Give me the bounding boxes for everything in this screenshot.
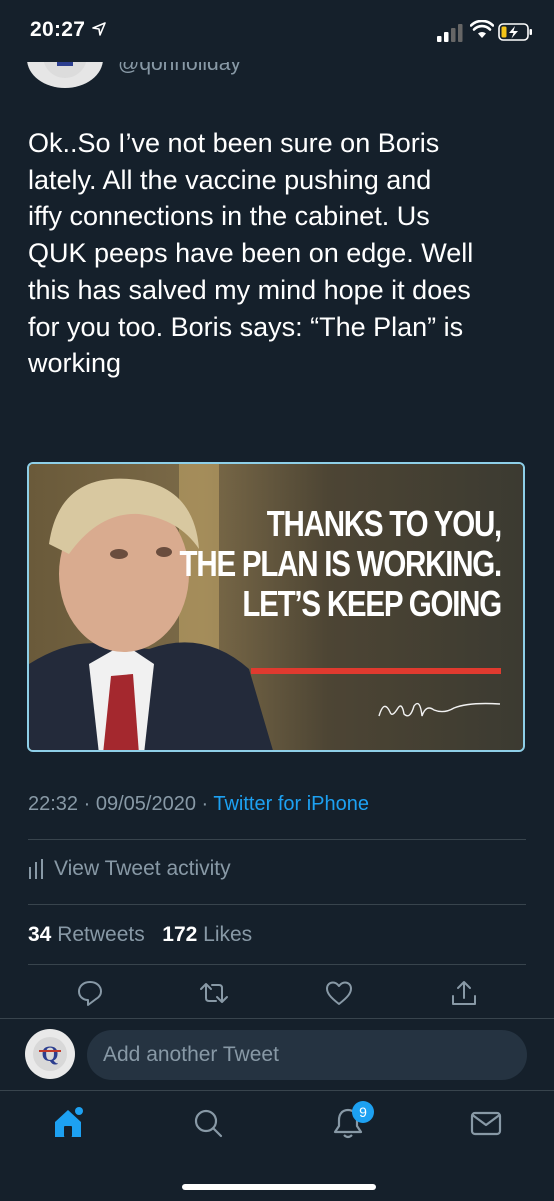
media-headline: THANKS TO YOU, THE PLAN IS WORKING. LET’… (179, 503, 503, 624)
tweet-media-image[interactable]: THANKS TO YOU, THE PLAN IS WORKING. LET’… (27, 462, 525, 752)
divider (28, 839, 526, 840)
battery-charging-icon (498, 23, 532, 41)
media-accent-underline (251, 668, 501, 674)
media-headline-line1: THANKS TO YOU, (266, 503, 503, 544)
home-icon[interactable] (50, 1105, 86, 1141)
divider (28, 964, 526, 965)
retweets-label: Retweets (57, 923, 145, 946)
retweets-stat[interactable]: 34 Retweets (28, 923, 145, 946)
tweet-date: 09/05/2020 (95, 793, 196, 815)
retweet-icon[interactable] (199, 978, 229, 1008)
likes-label: Likes (203, 923, 253, 946)
home-indicator[interactable] (182, 1184, 376, 1190)
user-avatar[interactable]: Q (25, 1029, 75, 1079)
notifications-badge: 9 (352, 1101, 374, 1123)
view-tweet-activity[interactable]: View Tweet activity (28, 857, 231, 881)
likes-stat[interactable]: 172 Likes (162, 923, 252, 946)
media-headline-line3: LET’S KEEP GOING (242, 583, 502, 624)
signature-image (378, 702, 501, 717)
divider (28, 904, 526, 905)
tweet-source-link[interactable]: Twitter for iPhone (213, 793, 369, 815)
share-icon[interactable] (449, 978, 479, 1008)
tweet-text: Ok..So I’ve not been sure on Boris latel… (28, 128, 474, 379)
likes-count: 172 (162, 923, 198, 946)
search-icon[interactable] (190, 1105, 226, 1141)
tweet-time: 22:32 (28, 793, 79, 815)
bar-chart-icon (29, 859, 43, 879)
add-another-tweet-input[interactable]: Add another Tweet (87, 1030, 527, 1080)
reply-icon[interactable] (75, 978, 105, 1008)
tweet-meta: 22:32 · 09/05/2020 · Twitter for iPhone (28, 793, 369, 816)
tweet-actions (0, 978, 554, 1014)
wifi-icon (470, 20, 494, 38)
meta-separator: · (78, 793, 96, 815)
reply-composer: Q Add another Tweet (0, 1018, 554, 1091)
like-icon[interactable] (324, 978, 354, 1008)
media-headline-line2: THE PLAN IS WORKING. (179, 543, 503, 584)
status-bar: 20:27 (0, 0, 554, 62)
view-tweet-activity-label: View Tweet activity (54, 857, 231, 880)
retweets-count: 34 (28, 923, 52, 946)
status-time: 20:27 (30, 18, 86, 41)
svg-text:Q: Q (41, 1041, 58, 1066)
messages-envelope-icon[interactable] (468, 1105, 504, 1141)
location-arrow-icon (92, 22, 106, 36)
tweet-stats: 34 Retweets 172 Likes (28, 923, 252, 947)
meta-separator: · (195, 793, 214, 815)
cellular-signal-icon (437, 24, 463, 42)
